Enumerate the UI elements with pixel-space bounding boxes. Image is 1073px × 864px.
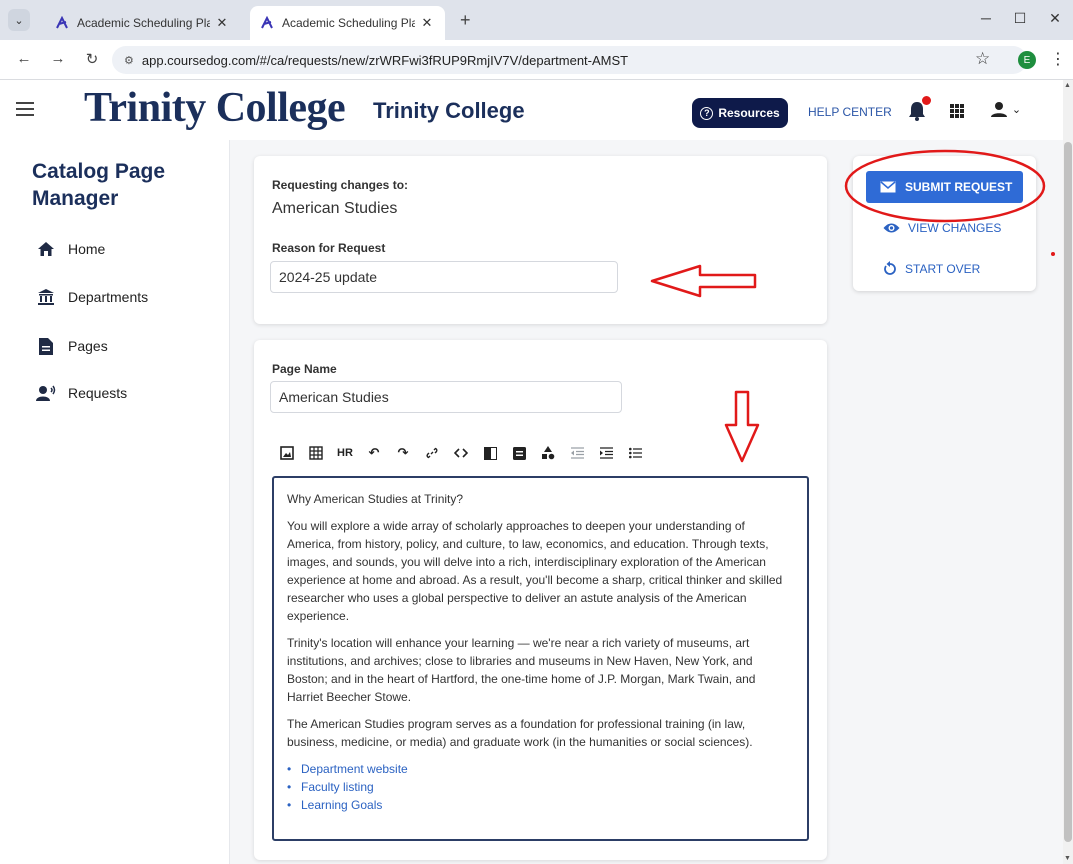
- page-scrollbar[interactable]: ▲ ▼: [1063, 80, 1073, 864]
- sidebar-item-label: Home: [68, 241, 106, 257]
- help-circle-icon: ?: [700, 106, 714, 120]
- outdent-icon[interactable]: [568, 444, 586, 462]
- building-icon: [36, 288, 56, 306]
- eye-icon: [883, 223, 900, 233]
- hamburger-menu-icon[interactable]: [16, 102, 34, 116]
- tab-title: Academic Scheduling Platform: [282, 16, 415, 30]
- editor-heading: Why American Studies at Trinity?: [287, 492, 464, 506]
- undo-icon[interactable]: ↶: [365, 444, 383, 462]
- faculty-listing-link[interactable]: Faculty listing: [287, 778, 794, 796]
- page-name-input[interactable]: American Studies: [270, 381, 622, 413]
- app-header: Trinity College Trinity College ? Resour…: [0, 80, 1063, 140]
- minimize-icon[interactable]: ─: [976, 10, 996, 26]
- coursedog-favicon-icon: [261, 16, 273, 29]
- restart-icon: [884, 261, 896, 275]
- table-icon[interactable]: [307, 444, 325, 462]
- sidebar-item-requests[interactable]: Requests: [36, 384, 127, 402]
- horizontal-rule-button[interactable]: HR: [336, 444, 354, 462]
- tab-title: Academic Scheduling Platform: [77, 16, 210, 30]
- card-icon[interactable]: [510, 444, 528, 462]
- start-over-label: START OVER: [905, 261, 981, 276]
- editor-toolbar: HR ↶ ↷: [278, 443, 655, 463]
- department-website-link[interactable]: Department website: [287, 760, 794, 778]
- editor-link-list: Department website Faculty listing Learn…: [287, 760, 794, 814]
- reason-input[interactable]: 2024-25 update: [270, 261, 618, 293]
- learning-goals-link[interactable]: Learning Goals: [287, 796, 794, 814]
- sidebar-title: Catalog Page Manager: [32, 160, 166, 210]
- close-window-icon[interactable]: ✕: [1045, 10, 1065, 27]
- sidebar-item-label: Departments: [68, 289, 149, 305]
- reason-label: Reason for Request: [272, 241, 386, 255]
- sidebar: Catalog Page Manager Home Departments Pa…: [0, 140, 230, 864]
- resources-label: Resources: [718, 106, 780, 120]
- new-tab-button[interactable]: +: [460, 10, 471, 31]
- file-icon: [36, 337, 56, 355]
- coursedog-favicon-icon: [56, 16, 68, 29]
- request-details-card: Requesting changes to: American Studies …: [254, 156, 827, 324]
- bulleted-list-icon[interactable]: [626, 444, 644, 462]
- start-over-button[interactable]: START OVER: [883, 261, 980, 276]
- user-menu-button[interactable]: ⌄: [990, 100, 1022, 118]
- submit-request-label: SUBMIT REQUEST: [905, 180, 1013, 194]
- user-icon: [991, 102, 1007, 118]
- scroll-down-icon[interactable]: ▼: [1064, 855, 1071, 862]
- notifications-button[interactable]: [905, 96, 931, 124]
- tab-close-icon[interactable]: ✕: [419, 15, 435, 31]
- image-icon[interactable]: [278, 444, 296, 462]
- page-editor-card: Page Name American Studies HR ↶ ↷ Why Am…: [254, 340, 827, 860]
- back-icon[interactable]: ←: [14, 50, 34, 67]
- requesting-changes-label: Requesting changes to:: [272, 178, 409, 192]
- rich-text-editor[interactable]: Why American Studies at Trinity? You wil…: [272, 476, 809, 841]
- bookmark-star-icon[interactable]: ☆: [975, 49, 990, 69]
- chevron-down-icon: ⌄: [1011, 104, 1022, 116]
- tab-close-icon[interactable]: ✕: [214, 15, 230, 31]
- scroll-up-icon[interactable]: ▲: [1064, 82, 1071, 89]
- view-changes-button[interactable]: VIEW CHANGES: [883, 221, 1001, 235]
- redo-icon[interactable]: ↷: [394, 444, 412, 462]
- person-voice-icon: [36, 384, 56, 402]
- home-icon: [36, 240, 56, 258]
- apps-grid-icon[interactable]: [950, 104, 964, 118]
- sidebar-item-departments[interactable]: Departments: [36, 288, 148, 306]
- page-name-label: Page Name: [272, 362, 337, 376]
- view-changes-label: VIEW CHANGES: [908, 221, 1002, 235]
- sidebar-item-label: Pages: [68, 338, 108, 354]
- submit-request-button[interactable]: SUBMIT REQUEST: [866, 171, 1023, 203]
- editor-paragraph: You will explore a wide array of scholar…: [287, 519, 783, 623]
- link-icon[interactable]: [423, 444, 441, 462]
- profile-avatar[interactable]: E: [1018, 51, 1036, 69]
- requesting-changes-value: American Studies: [272, 200, 398, 217]
- sidebar-item-label: Requests: [68, 385, 128, 401]
- scrollbar-thumb[interactable]: [1064, 142, 1072, 842]
- maximize-icon[interactable]: ☐: [1010, 10, 1030, 27]
- resources-button[interactable]: ? Resources: [692, 98, 788, 128]
- college-logo: Trinity College: [84, 85, 346, 131]
- browser-tab-bar: ⌄ Academic Scheduling Platform ✕ Academi…: [0, 0, 1073, 40]
- editor-paragraph: The American Studies program serves as a…: [287, 717, 753, 749]
- request-actions-panel: SUBMIT REQUEST VIEW CHANGES START OVER: [853, 156, 1036, 291]
- shapes-icon[interactable]: [539, 444, 557, 462]
- envelope-icon: [880, 181, 896, 193]
- code-icon[interactable]: [452, 444, 470, 462]
- browser-menu-icon[interactable]: ⋮: [1050, 49, 1066, 69]
- browser-tab[interactable]: Academic Scheduling Platform ✕: [45, 6, 240, 40]
- institution-name: Trinity College: [373, 98, 525, 123]
- sidebar-item-pages[interactable]: Pages: [36, 337, 108, 355]
- forward-icon[interactable]: →: [48, 50, 68, 67]
- site-settings-icon[interactable]: ⚙: [124, 54, 134, 67]
- editor-paragraph: Trinity's location will enhance your lea…: [287, 636, 756, 704]
- url-text: app.coursedog.com/#/ca/requests/new/zrWR…: [141, 52, 629, 68]
- help-center-link[interactable]: HELP CENTER: [808, 105, 892, 119]
- browser-tab-active[interactable]: Academic Scheduling Platform ✕: [250, 6, 445, 40]
- sidebar-item-home[interactable]: Home: [36, 240, 105, 258]
- address-bar: ← → ↻ ⚙ app.coursedog.com/#/ca/requests/…: [0, 40, 1073, 80]
- block-icon[interactable]: [481, 444, 499, 462]
- indent-icon[interactable]: [597, 444, 615, 462]
- url-input[interactable]: ⚙ app.coursedog.com/#/ca/requests/new/zr…: [112, 46, 1027, 74]
- tab-search-button[interactable]: ⌄: [8, 9, 30, 31]
- reload-icon[interactable]: ↻: [82, 50, 102, 68]
- notification-dot: [922, 96, 931, 105]
